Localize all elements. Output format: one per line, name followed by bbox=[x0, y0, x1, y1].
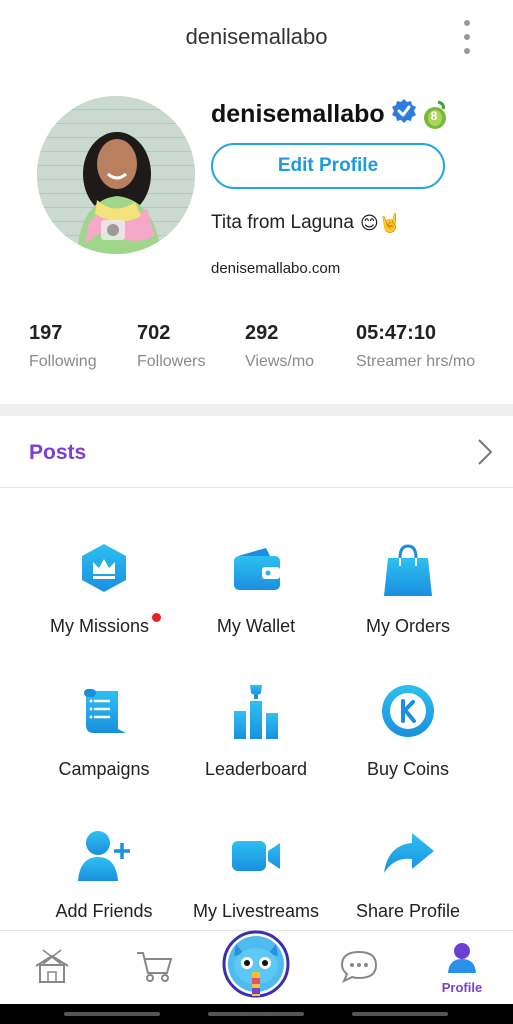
stat-value: 197 bbox=[29, 322, 63, 344]
verified-badge-icon bbox=[391, 98, 417, 131]
level-badge-icon: 8 bbox=[423, 100, 449, 130]
menu-label: My Missions bbox=[49, 616, 149, 636]
notification-dot bbox=[152, 613, 161, 622]
stat-label: Following bbox=[29, 353, 97, 370]
menu-campaigns[interactable]: Campaigns bbox=[19, 683, 189, 793]
share-arrow-icon bbox=[380, 825, 436, 881]
add-friend-icon bbox=[76, 825, 132, 881]
chat-icon bbox=[340, 949, 378, 988]
menu-my-orders[interactable]: My Orders bbox=[323, 540, 493, 650]
system-nav-indicator bbox=[208, 1012, 304, 1016]
website-link[interactable]: denisemallabo.com bbox=[211, 260, 340, 277]
coin-k-icon bbox=[380, 683, 436, 739]
posts-label: Posts bbox=[29, 441, 87, 464]
menu-add-friends[interactable]: Add Friends bbox=[19, 825, 189, 935]
live-mascot-icon bbox=[222, 930, 290, 1002]
bio-emojis: 😊🤘 bbox=[359, 212, 402, 233]
menu-label: My Livestreams bbox=[192, 901, 320, 921]
menu-buy-coins[interactable]: Buy Coins bbox=[323, 683, 493, 793]
live-mascot-button[interactable] bbox=[222, 930, 290, 998]
menu-label: Share Profile bbox=[355, 901, 461, 921]
more-vertical-icon[interactable] bbox=[455, 20, 479, 54]
profile-icon bbox=[445, 941, 479, 978]
crown-hexagon-icon bbox=[76, 540, 132, 596]
menu-label: My Wallet bbox=[216, 616, 296, 636]
profile-bio: Tita from Laguna 😊🤘 bbox=[211, 212, 401, 234]
menu-my-wallet[interactable]: My Wallet bbox=[171, 540, 341, 650]
menu-label: Campaigns bbox=[58, 759, 150, 779]
level-badge-text: 8 bbox=[430, 108, 438, 123]
menu-label: My Orders bbox=[365, 616, 450, 636]
system-nav-indicator bbox=[64, 1012, 160, 1016]
menu-share-profile[interactable]: Share Profile bbox=[323, 825, 493, 935]
stat-streamer-hours: 05:47:10 Streamer hrs/mo bbox=[356, 322, 475, 371]
system-nav-indicator bbox=[352, 1012, 448, 1016]
chevron-right-icon bbox=[477, 438, 493, 471]
menu-label: Leaderboard bbox=[204, 759, 308, 779]
menu-leaderboard[interactable]: Leaderboard bbox=[171, 683, 341, 793]
menu-label: Add Friends bbox=[55, 901, 153, 921]
nav-home[interactable] bbox=[30, 931, 74, 1005]
top-bar: denisemallabo bbox=[0, 0, 513, 76]
cart-icon bbox=[135, 949, 173, 988]
stat-label: Streamer hrs/mo bbox=[356, 353, 476, 370]
menu-my-missions[interactable]: My Missions bbox=[19, 540, 189, 650]
bio-text: Tita from Laguna bbox=[211, 212, 354, 233]
scroll-icon bbox=[76, 683, 132, 739]
stat-following[interactable]: 197 Following bbox=[29, 322, 97, 371]
wallet-icon bbox=[228, 540, 284, 596]
shopping-bag-icon bbox=[380, 540, 436, 596]
stat-label: Followers bbox=[137, 353, 206, 370]
stat-value: 05:47:10 bbox=[356, 322, 437, 344]
system-navigation-bar bbox=[0, 1004, 513, 1024]
section-divider bbox=[0, 404, 513, 416]
header-title: denisemallabo bbox=[185, 24, 328, 49]
home-icon bbox=[33, 948, 71, 989]
avatar[interactable] bbox=[37, 96, 195, 254]
stat-followers[interactable]: 702 Followers bbox=[137, 322, 205, 371]
menu-my-livestreams[interactable]: My Livestreams bbox=[171, 825, 341, 935]
leaderboard-trophy-icon bbox=[228, 683, 284, 739]
edit-profile-button[interactable]: Edit Profile bbox=[211, 143, 445, 189]
username-text: denisemallabo bbox=[211, 100, 385, 128]
nav-cart[interactable] bbox=[132, 931, 176, 1005]
profile-stats: 197 Following 702 Followers 292 Views/mo… bbox=[0, 322, 513, 382]
stat-value: 702 bbox=[137, 322, 171, 344]
nav-chat[interactable] bbox=[336, 931, 382, 1005]
posts-row[interactable]: Posts bbox=[0, 416, 513, 488]
profile-username: denisemallabo 8 bbox=[211, 98, 449, 131]
stat-value: 292 bbox=[245, 322, 279, 344]
video-camera-icon bbox=[228, 825, 284, 881]
stat-views: 292 Views/mo bbox=[245, 322, 314, 371]
nav-profile[interactable]: Profile bbox=[432, 931, 492, 1005]
stat-label: Views/mo bbox=[245, 353, 315, 370]
nav-profile-label: Profile bbox=[441, 980, 483, 995]
menu-label: Buy Coins bbox=[366, 759, 450, 779]
